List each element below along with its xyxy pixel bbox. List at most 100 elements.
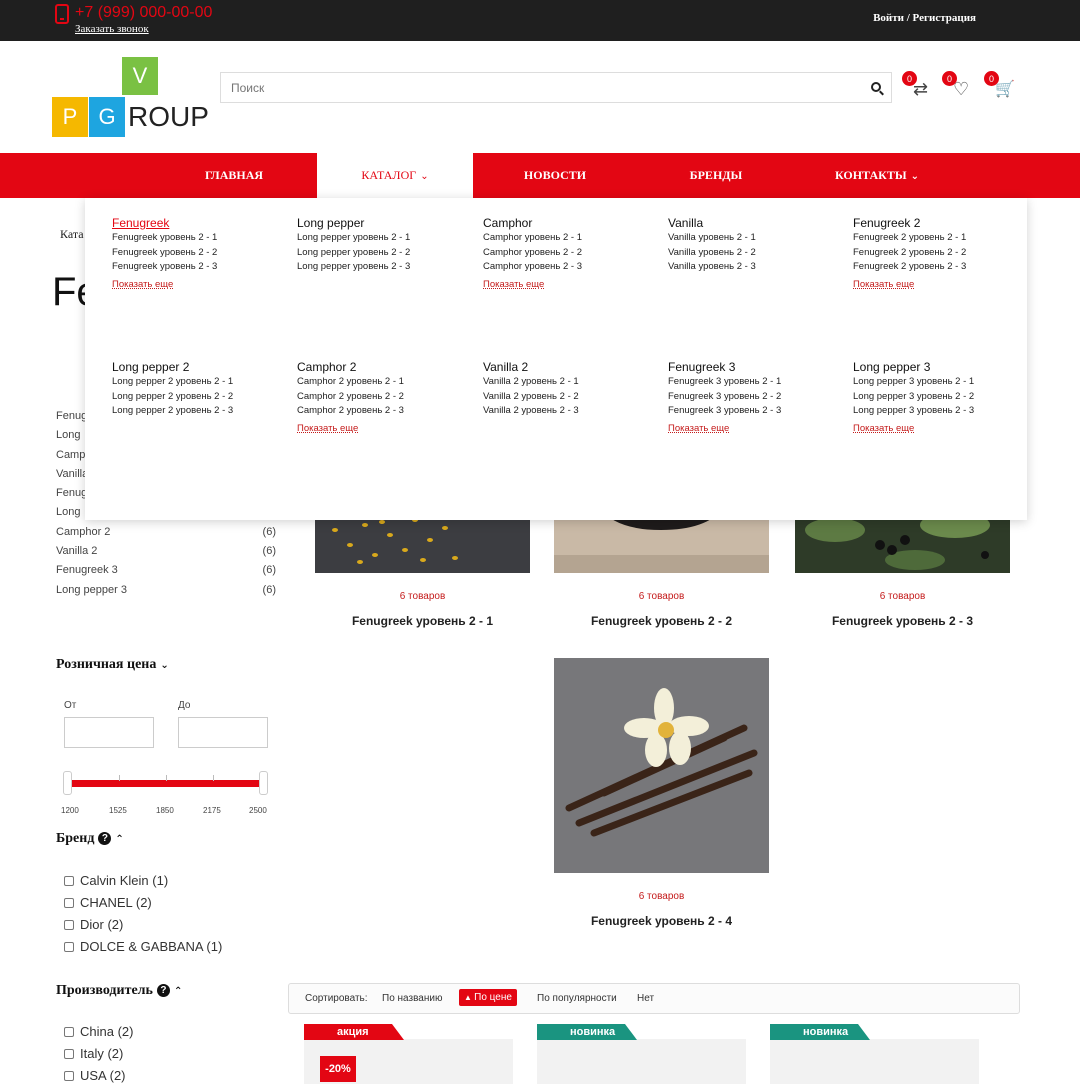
brand-checkbox[interactable]: DOLCE & GABBANA (1)	[64, 939, 222, 954]
price-slider-track[interactable]	[68, 780, 264, 787]
category-item[interactable]: Long pepper 3 (6)	[56, 584, 276, 603]
logo[interactable]: V P G ROUP	[52, 57, 209, 137]
checkbox[interactable]	[64, 919, 74, 930]
nav-item-catalog[interactable]: КАТАЛОГ ⌄	[317, 153, 473, 198]
category-item[interactable]: Fenugreek 3 (6)	[56, 564, 276, 583]
mega-menu-subitem[interactable]: Camphor 2 уровень 2 - 1	[297, 376, 477, 391]
brand-checkbox[interactable]: Dior (2)	[64, 917, 123, 932]
price-slider-min-handle[interactable]	[63, 771, 72, 795]
mega-menu-subitem[interactable]: Long pepper 2 уровень 2 - 2	[112, 391, 292, 406]
mega-menu-subitem[interactable]: Long pepper уровень 2 - 3	[297, 261, 477, 276]
mega-menu-category[interactable]: Vanilla	[668, 216, 848, 232]
mega-menu-category[interactable]: Fenugreek 3	[668, 360, 848, 376]
mega-menu-subitem[interactable]: Fenugreek уровень 2 - 2	[112, 247, 292, 262]
search-icon[interactable]	[871, 82, 881, 92]
favorites-button[interactable]: ♡ 0	[942, 71, 974, 101]
price-to-input[interactable]	[178, 717, 268, 748]
subcategory-image-vanilla[interactable]	[554, 658, 769, 873]
subcategory-name[interactable]: Fenugreek уровень 2 - 4	[554, 914, 769, 928]
mega-menu-subitem[interactable]: Vanilla 2 уровень 2 - 2	[483, 391, 663, 406]
subcategory-name[interactable]: Fenugreek уровень 2 - 2	[554, 614, 769, 628]
phone-number[interactable]: +7 (999) 000-00-00	[75, 4, 212, 22]
brand-checkbox[interactable]: Calvin Klein (1)	[64, 873, 168, 888]
mega-menu-category[interactable]: Long pepper	[297, 216, 477, 232]
product-image[interactable]	[770, 1039, 979, 1084]
search-input[interactable]	[221, 73, 861, 102]
breadcrumb[interactable]: Ката	[60, 227, 84, 242]
mega-menu-category[interactable]: Fenugreek	[112, 216, 292, 232]
mega-menu-subitem[interactable]: Fenugreek 3 уровень 2 - 2	[668, 391, 848, 406]
product-card[interactable]: акция -20%	[304, 1024, 513, 1084]
mega-menu-subitem[interactable]: Long pepper 3 уровень 2 - 2	[853, 391, 1033, 406]
mega-menu-subitem[interactable]: Fenugreek 2 уровень 2 - 2	[853, 247, 1033, 262]
mega-menu-subitem[interactable]: Long pepper 3 уровень 2 - 1	[853, 376, 1033, 391]
price-from-input[interactable]	[64, 717, 154, 748]
price-slider-max-handle[interactable]	[259, 771, 268, 795]
checkbox[interactable]	[64, 1070, 74, 1081]
category-item[interactable]: Camphor 2 (6)	[56, 526, 276, 545]
mega-menu-subitem[interactable]: Vanilla 2 уровень 2 - 3	[483, 405, 663, 420]
product-card[interactable]: новинка	[537, 1024, 746, 1084]
product-image[interactable]	[537, 1039, 746, 1084]
sort-by-popularity[interactable]: По популярности	[537, 993, 617, 1004]
mega-menu-subitem[interactable]: Fenugreek 3 уровень 2 - 3	[668, 405, 848, 420]
checkbox[interactable]	[64, 875, 74, 886]
nav-item-brands[interactable]: БРЕНДЫ	[645, 153, 787, 198]
mega-menu-subitem[interactable]: Fenugreek уровень 2 - 3	[112, 261, 292, 276]
help-icon[interactable]: ?	[156, 984, 170, 997]
category-item[interactable]: Vanilla 2 (6)	[56, 545, 276, 564]
mega-menu-subitem[interactable]: Camphor уровень 2 - 3	[483, 261, 663, 276]
mega-menu-subitem[interactable]: Fenugreek 2 уровень 2 - 3	[853, 261, 1033, 276]
mega-menu-subitem[interactable]: Long pepper уровень 2 - 1	[297, 232, 477, 247]
brand-filter-title[interactable]: Бренд? ⌃	[56, 831, 124, 847]
nav-item-home[interactable]: ГЛАВНАЯ	[163, 153, 305, 198]
checkbox[interactable]	[64, 941, 74, 952]
subcategory-name[interactable]: Fenugreek уровень 2 - 1	[315, 614, 530, 628]
checkbox[interactable]	[64, 897, 74, 908]
mega-menu-subitem[interactable]: Long pepper 2 уровень 2 - 3	[112, 405, 292, 420]
show-more-link[interactable]: Показать еще	[668, 423, 848, 434]
show-more-link[interactable]: Показать еще	[853, 279, 1033, 290]
price-filter-title[interactable]: Розничная цена ⌄	[56, 657, 169, 673]
mega-menu-subitem[interactable]: Long pepper уровень 2 - 2	[297, 247, 477, 262]
mega-menu-subitem[interactable]: Vanilla уровень 2 - 2	[668, 247, 848, 262]
compare-button[interactable]: ⇄ 0	[902, 71, 934, 101]
brand-checkbox[interactable]: CHANEL (2)	[64, 895, 152, 910]
sort-by-name[interactable]: По названию	[382, 993, 442, 1004]
mega-menu-category[interactable]: Vanilla 2	[483, 360, 663, 376]
mega-menu-subitem[interactable]: Long pepper 3 уровень 2 - 3	[853, 405, 1033, 420]
nav-item-news[interactable]: НОВОСТИ	[484, 153, 626, 198]
login-link[interactable]: Войти / Регистрация	[873, 12, 976, 24]
show-more-link[interactable]: Показать еще	[112, 279, 292, 290]
mega-menu-category[interactable]: Fenugreek 2	[853, 216, 1033, 232]
mega-menu-category[interactable]: Long pepper 2	[112, 360, 292, 376]
product-card[interactable]: новинка	[770, 1024, 979, 1084]
mega-menu-subitem[interactable]: Vanilla 2 уровень 2 - 1	[483, 376, 663, 391]
show-more-link[interactable]: Показать еще	[483, 279, 663, 290]
checkbox[interactable]	[64, 1048, 74, 1059]
mega-menu-subitem[interactable]: Fenugreek 3 уровень 2 - 1	[668, 376, 848, 391]
mega-menu-category[interactable]: Long pepper 3	[853, 360, 1033, 376]
manufacturer-checkbox[interactable]: USA (2)	[64, 1068, 126, 1083]
mega-menu-subitem[interactable]: Camphor 2 уровень 2 - 2	[297, 391, 477, 406]
manufacturer-checkbox[interactable]: Italy (2)	[64, 1046, 123, 1061]
manufacturer-checkbox[interactable]: China (2)	[64, 1024, 133, 1039]
manufacturer-filter-title[interactable]: Производитель? ⌃	[56, 983, 182, 999]
cart-button[interactable]: 🛒 0	[984, 71, 1016, 101]
mega-menu-subitem[interactable]: Fenugreek 2 уровень 2 - 1	[853, 232, 1033, 247]
mega-menu-category[interactable]: Camphor 2	[297, 360, 477, 376]
mega-menu-subitem[interactable]: Long pepper 2 уровень 2 - 1	[112, 376, 292, 391]
show-more-link[interactable]: Показать еще	[297, 423, 477, 434]
callback-link[interactable]: Заказать звонок	[75, 23, 149, 35]
subcategory-name[interactable]: Fenugreek уровень 2 - 3	[795, 614, 1010, 628]
mega-menu-subitem[interactable]: Camphor уровень 2 - 2	[483, 247, 663, 262]
help-icon[interactable]: ?	[98, 832, 112, 845]
mega-menu-subitem[interactable]: Vanilla уровень 2 - 1	[668, 232, 848, 247]
mega-menu-subitem[interactable]: Vanilla уровень 2 - 3	[668, 261, 848, 276]
sort-none[interactable]: Нет	[637, 993, 654, 1004]
mega-menu-subitem[interactable]: Camphor уровень 2 - 1	[483, 232, 663, 247]
mega-menu-category[interactable]: Camphor	[483, 216, 663, 232]
checkbox[interactable]	[64, 1026, 74, 1037]
mega-menu-subitem[interactable]: Fenugreek уровень 2 - 1	[112, 232, 292, 247]
mega-menu-subitem[interactable]: Camphor 2 уровень 2 - 3	[297, 405, 477, 420]
